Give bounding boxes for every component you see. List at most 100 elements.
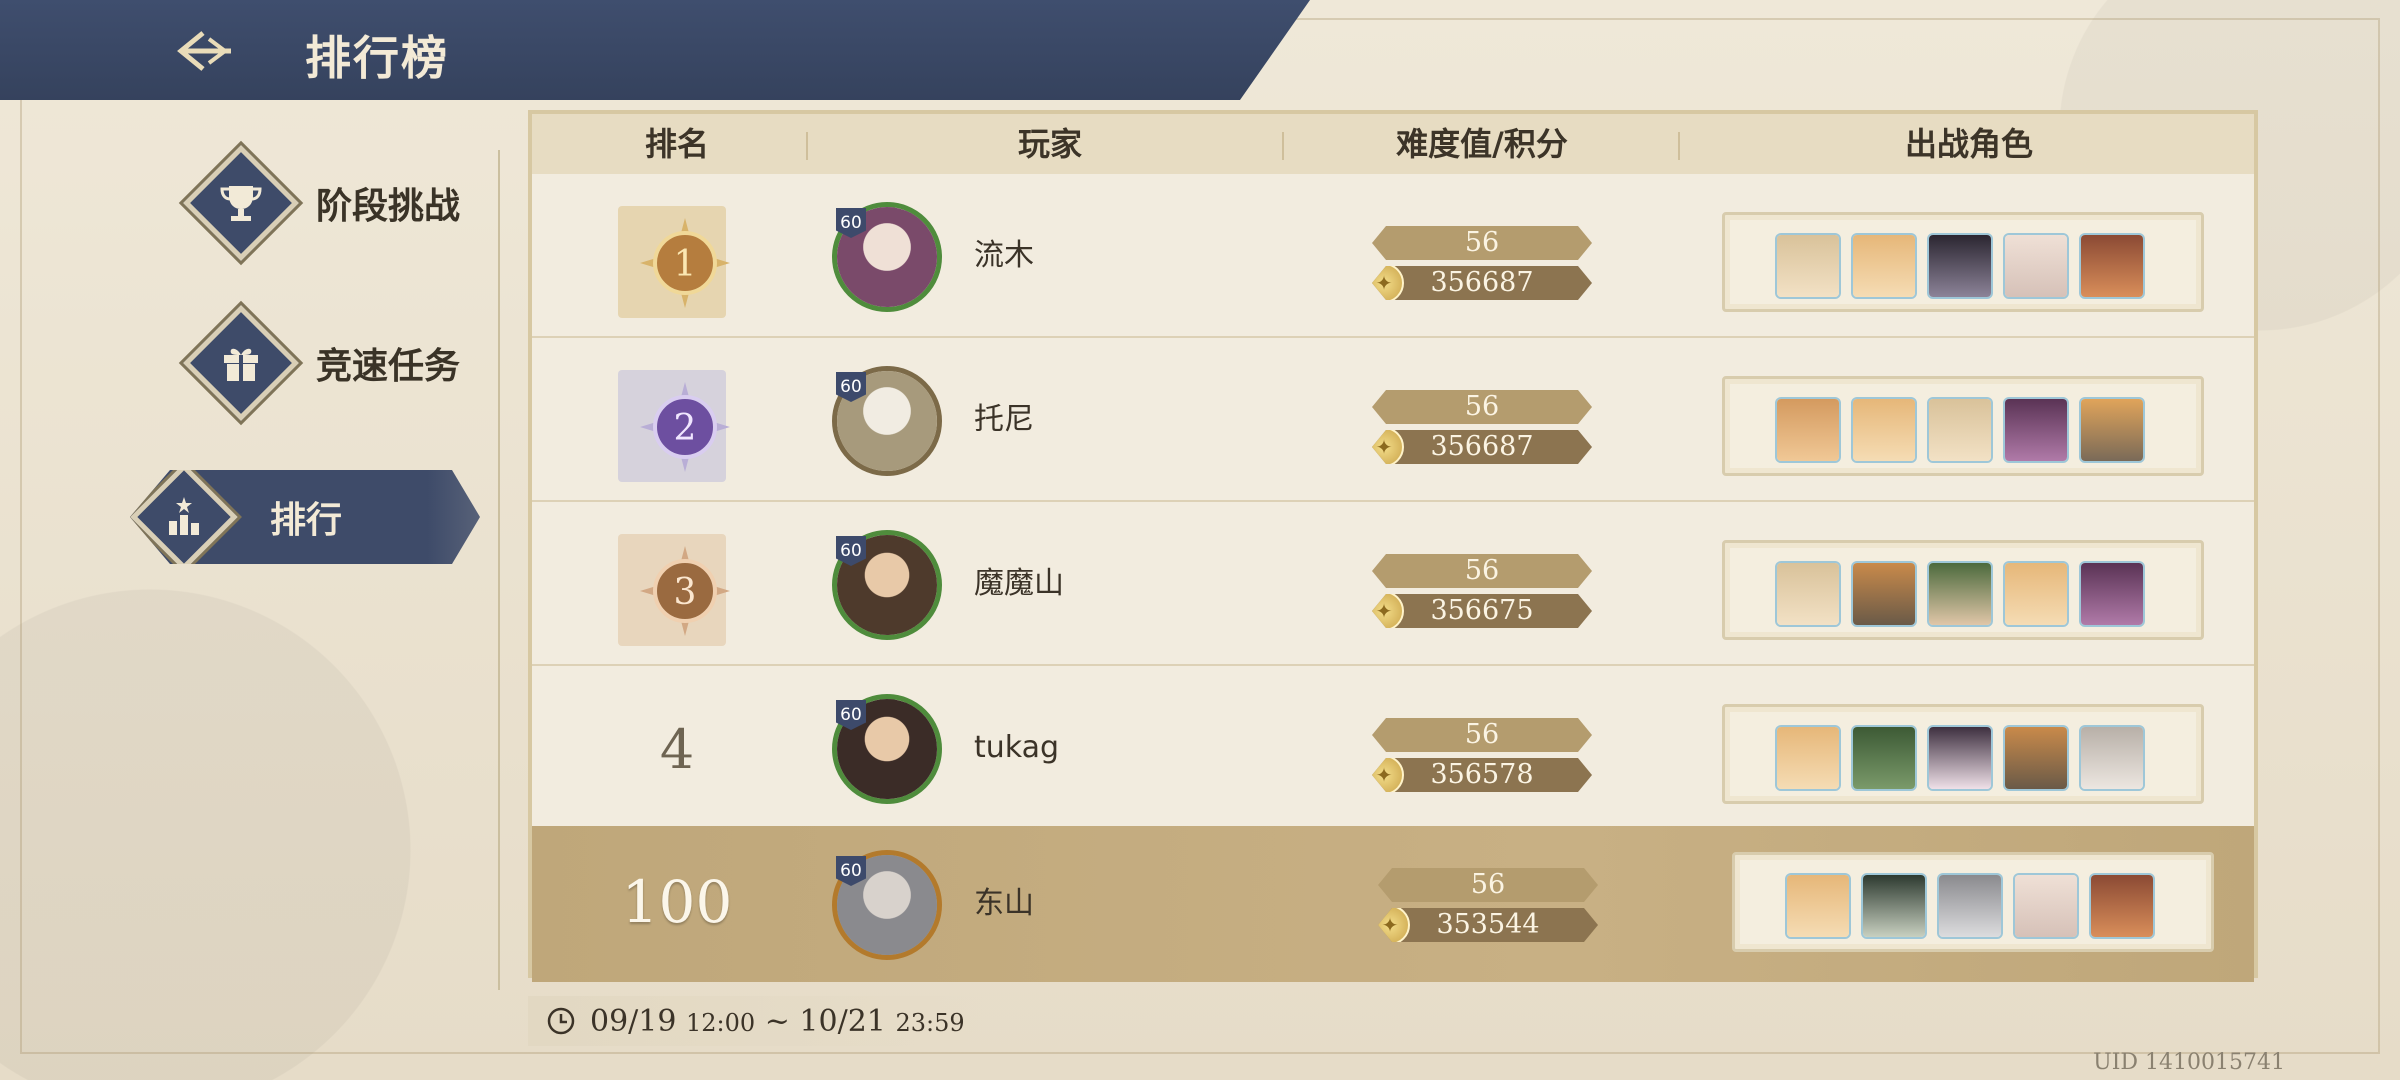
difficulty-value: 56 (1372, 226, 1592, 260)
points-coin-icon: ✦ (1364, 263, 1404, 303)
score-cell: 56 ✦ 356687 (1372, 390, 1592, 464)
bronze-medal-icon: 3 (640, 546, 730, 636)
time-separator: ~ (764, 1003, 790, 1039)
table-row-self[interactable]: 100 60 东山 56 ✦ 353544 (532, 826, 2254, 982)
points-coin-icon: ✦ (1364, 427, 1404, 467)
score-cell: 56 ✦ 356578 (1372, 718, 1592, 792)
column-header-score: 难度值/积分 (1396, 125, 1568, 163)
character-portrait[interactable] (1927, 233, 1993, 299)
sidebar-item-label: 竞速任务 (316, 346, 461, 387)
score-cell: 56 ✦ 356675 (1372, 554, 1592, 628)
score-cell: 56 ✦ 356687 (1372, 226, 1592, 300)
points-value: ✦ 356687 (1372, 430, 1592, 464)
character-portrait[interactable] (1927, 561, 1993, 627)
rank-number: 3 (674, 572, 697, 613)
sidebar-item-stage-challenge[interactable]: 阶段挑战 (183, 145, 461, 261)
points-value: ✦ 356687 (1372, 266, 1592, 300)
gift-icon (183, 305, 299, 421)
table-row[interactable]: 2 60 托尼 56 ✦ 356687 (532, 338, 2254, 502)
points-text: 356675 (1430, 595, 1534, 626)
team-lineup[interactable] (1722, 212, 2204, 312)
sidebar-item-speed-quest[interactable]: 竞速任务 (183, 305, 461, 421)
team-lineup[interactable] (1732, 852, 2214, 952)
character-portrait[interactable] (2003, 561, 2069, 627)
user-id: UID 1410015741 (2093, 1050, 2285, 1075)
character-portrait[interactable] (1775, 725, 1841, 791)
character-portrait[interactable] (2013, 873, 2079, 939)
sidebar-item-label: 阶段挑战 (316, 186, 461, 227)
character-portrait[interactable] (2089, 873, 2155, 939)
score-cell: 56 ✦ 353544 (1378, 868, 1598, 942)
player-name: tukag (974, 730, 1060, 765)
character-portrait[interactable] (2079, 725, 2145, 791)
character-portrait[interactable] (1937, 873, 2003, 939)
points-value: ✦ 356578 (1372, 758, 1592, 792)
leaderboard-table: 排名 玩家 难度值/积分 出战角色 1 60 流木 56 ✦ 356687 2 … (528, 110, 2258, 982)
points-text: 356687 (1430, 431, 1534, 462)
rank-number: 100 (621, 868, 733, 936)
end-time: 23:59 (895, 1008, 965, 1037)
sidebar-divider (498, 150, 500, 990)
table-row[interactable]: 1 60 流木 56 ✦ 356687 (532, 174, 2254, 338)
column-header-player: 玩家 (1017, 125, 1082, 163)
character-portrait[interactable] (1851, 725, 1917, 791)
points-coin-icon: ✦ (1364, 591, 1404, 631)
gold-medal-icon: 1 (640, 218, 730, 308)
character-portrait[interactable] (1785, 873, 1851, 939)
table-header: 排名 玩家 难度值/积分 出战角色 (532, 114, 2254, 174)
character-portrait[interactable] (1927, 725, 1993, 791)
difficulty-value: 56 (1372, 718, 1592, 752)
rank-number: 2 (674, 408, 697, 449)
bar-chart-icon (130, 470, 238, 564)
team-lineup[interactable] (1722, 540, 2204, 640)
sidebar-item-ranking[interactable]: 排行 (130, 470, 480, 564)
time-range-text: 09/19 12:00 ~ 10/21 23:59 (590, 1004, 965, 1039)
points-coin-icon: ✦ (1370, 905, 1410, 945)
start-time: 12:00 (686, 1008, 756, 1037)
character-portrait[interactable] (1851, 233, 1917, 299)
rank-number: 1 (674, 244, 697, 285)
character-portrait[interactable] (2079, 397, 2145, 463)
character-portrait[interactable] (1861, 873, 1927, 939)
back-button[interactable] (170, 24, 240, 78)
rank-number: 4 (659, 718, 695, 781)
player-name: 流木 (974, 238, 1034, 273)
sidebar-item-label: 排行 (270, 500, 343, 541)
back-arrow-icon (177, 31, 231, 71)
column-header-rank: 排名 (644, 125, 709, 163)
end-date: 10/21 (799, 1003, 886, 1039)
character-portrait[interactable] (1851, 561, 1917, 627)
character-portrait[interactable] (2003, 233, 2069, 299)
difficulty-value: 56 (1378, 868, 1598, 902)
points-text: 356687 (1430, 267, 1534, 298)
difficulty-value: 56 (1372, 390, 1592, 424)
character-portrait[interactable] (2003, 725, 2069, 791)
points-value: ✦ 356675 (1372, 594, 1592, 628)
character-portrait[interactable] (1775, 397, 1841, 463)
difficulty-value: 56 (1372, 554, 1592, 588)
page-title: 排行榜 (305, 31, 449, 85)
team-lineup[interactable] (1722, 704, 2204, 804)
team-lineup[interactable] (1722, 376, 2204, 476)
character-portrait[interactable] (2079, 233, 2145, 299)
character-portrait[interactable] (1775, 561, 1841, 627)
points-coin-icon: ✦ (1364, 755, 1404, 795)
start-date: 09/19 (590, 1003, 677, 1039)
column-header-team: 出战角色 (1904, 125, 2033, 163)
player-name: 东山 (974, 886, 1034, 921)
table-row[interactable]: 3 60 魔魔山 56 ✦ 356675 (532, 502, 2254, 666)
player-name: 托尼 (974, 402, 1034, 437)
points-text: 353544 (1436, 909, 1540, 940)
character-portrait[interactable] (2003, 397, 2069, 463)
character-portrait[interactable] (1775, 233, 1841, 299)
character-portrait[interactable] (1927, 397, 1993, 463)
points-text: 356578 (1430, 759, 1534, 790)
silver-medal-icon: 2 (640, 382, 730, 472)
trophy-icon (183, 145, 299, 261)
character-portrait[interactable] (2079, 561, 2145, 627)
points-value: ✦ 353544 (1378, 908, 1598, 942)
table-row[interactable]: 4 60 tukag 56 ✦ 356578 (532, 666, 2254, 830)
event-time-range: 09/19 12:00 ~ 10/21 23:59 (528, 996, 983, 1046)
character-portrait[interactable] (1851, 397, 1917, 463)
player-name: 魔魔山 (974, 566, 1064, 601)
